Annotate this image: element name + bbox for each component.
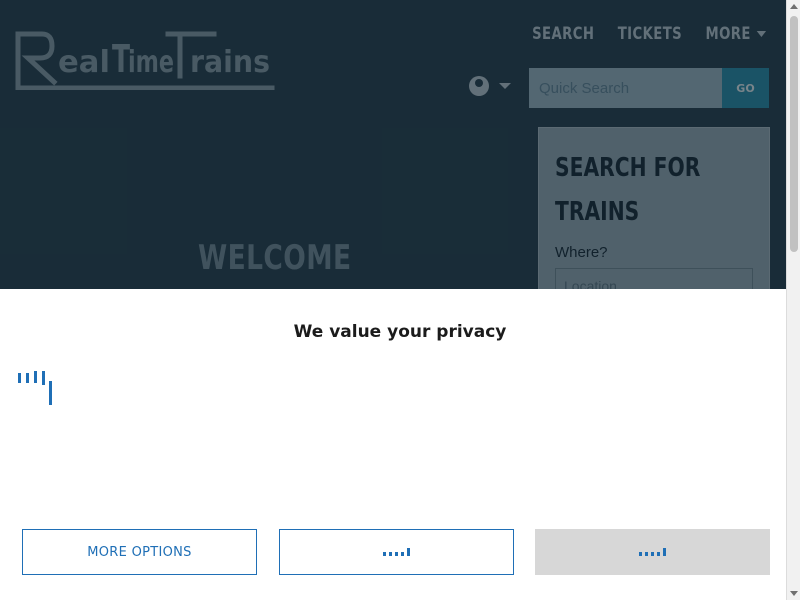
scrollbar[interactable]: [786, 0, 800, 600]
consent-title: We value your privacy: [293, 322, 507, 342]
more-options-label: MORE OPTIONS: [87, 544, 192, 560]
loading-dots-icon: [383, 548, 410, 556]
scroll-down-arrow-icon[interactable]: [790, 591, 798, 596]
loading-dots-icon: [639, 548, 666, 556]
consent-button-2[interactable]: [279, 529, 514, 575]
privacy-consent-dialog: We value your privacy MORE OPTIONS: [0, 289, 786, 600]
loading-spinner-icon: [16, 371, 56, 411]
scroll-thumb[interactable]: [790, 16, 798, 252]
scroll-up-arrow-icon[interactable]: [790, 4, 798, 9]
more-options-button[interactable]: MORE OPTIONS: [22, 529, 257, 575]
consent-button-3[interactable]: [535, 529, 770, 575]
